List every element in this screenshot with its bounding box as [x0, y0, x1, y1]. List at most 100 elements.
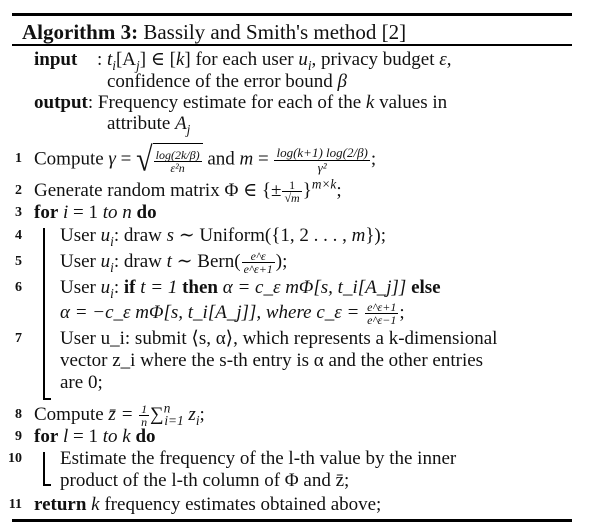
radical-icon: √	[136, 140, 153, 179]
block-bar	[43, 228, 45, 400]
keyword-to: to	[102, 202, 118, 223]
line-text: User	[60, 251, 96, 272]
frac-den: ε²n	[170, 161, 185, 176]
math-expr: α = −c_ε mΦ[s, t_i[A_j]], where	[60, 302, 312, 323]
line-number: 1	[15, 151, 22, 166]
math-z: z	[188, 404, 196, 425]
block-bar-foot	[43, 398, 51, 400]
math-epsilon: ε	[439, 49, 447, 70]
input-text: ] for each user	[184, 49, 299, 70]
line-text: ∼ Uniform({1, 2 . . . ,	[178, 225, 347, 246]
keyword-do: do	[135, 426, 156, 447]
line-number: 8	[15, 407, 22, 422]
sum-icon: ∑	[150, 404, 164, 425]
frac-num: log(k+1) log(2/β)	[274, 144, 370, 161]
keyword-to: to	[102, 426, 118, 447]
math-c-eps: c_ε =	[316, 302, 360, 323]
line-number: 9	[15, 429, 22, 444]
math-A: A	[175, 113, 187, 134]
top-rule	[12, 13, 572, 16]
output-text-3: attribute	[107, 113, 171, 134]
line-text: : draw	[113, 225, 162, 246]
algo-line-7c: are 0;	[60, 373, 103, 393]
line-text: );	[275, 251, 288, 272]
input-colon: :	[97, 49, 103, 70]
math-k: k	[91, 494, 100, 515]
line-text: vector z_i where the s-th entry is α and…	[60, 350, 484, 371]
output-text-2: values in	[379, 92, 448, 113]
block-bar-foot	[43, 484, 51, 486]
line-number: 10	[8, 451, 22, 466]
algo-line-7b: vector z_i where the s-th entry is α and…	[60, 351, 483, 371]
math-m: m	[351, 225, 366, 246]
input-text-3: confidence of the error bound	[107, 71, 333, 92]
math-sub-j: j	[186, 121, 191, 137]
output-text: Frequency estimate for each of the	[97, 92, 362, 113]
line-number: 4	[15, 228, 22, 243]
input-sep: :	[97, 50, 102, 70]
keyword-for: for	[34, 426, 59, 447]
math-u: u	[100, 225, 111, 246]
output-label: output	[34, 92, 88, 113]
frac-den: e^ε+1	[243, 262, 273, 277]
comma: ,	[446, 49, 452, 70]
algorithm-title-label: Algorithm 3:	[22, 20, 139, 44]
line-text: Estimate the frequency of the l-th value…	[60, 448, 457, 469]
input-text-2: , privacy budget	[311, 49, 440, 70]
math-k: k	[122, 426, 131, 447]
line-text: Generate random matrix	[34, 180, 220, 201]
line-number: 5	[15, 254, 22, 269]
math-brace: }	[302, 180, 312, 201]
math-eq: =	[258, 148, 269, 170]
math-m: m	[239, 148, 254, 170]
keyword-do: do	[136, 202, 157, 223]
math-u: u	[100, 277, 111, 298]
math-k: k	[365, 92, 375, 113]
keyword-return: return	[34, 494, 87, 515]
math-t: t	[166, 251, 172, 272]
algorithm-box: Algorithm 3: Bassily and Smith's method …	[0, 0, 589, 530]
frac-den: e^ε−1	[367, 313, 397, 328]
line-text: are 0;	[60, 372, 103, 393]
keyword-else: else	[411, 277, 441, 298]
output-row: output: Frequency estimate for each of t…	[34, 93, 447, 113]
semicolon: ;	[336, 180, 342, 201]
line-number: 2	[15, 183, 22, 198]
math-eq: = 1	[73, 202, 99, 223]
semicolon: ;	[370, 148, 377, 170]
math-cond: t = 1	[140, 277, 178, 298]
line-text: :	[113, 277, 120, 298]
keyword-then: then	[182, 277, 218, 298]
line-number: 11	[8, 497, 22, 512]
math-s: s	[166, 225, 175, 246]
keyword-if: if	[123, 277, 136, 298]
frac-den: √m	[284, 191, 300, 206]
math-u: u	[100, 251, 111, 272]
line-text: ∼ Bern(	[176, 251, 241, 272]
algorithm-title: Algorithm 3: Bassily and Smith's method …	[22, 20, 406, 44]
math-eq: = 1	[73, 426, 99, 447]
line-text: Compute	[34, 148, 104, 170]
line-text: : draw	[113, 251, 162, 272]
block-bar	[43, 452, 45, 486]
algo-line-10b: product of the l-th column of Φ and z̄;	[60, 471, 349, 491]
math-in: ] ∈ [	[139, 49, 176, 70]
math-beta: β	[337, 71, 348, 92]
line-text: frequency estimates obtained above;	[104, 494, 382, 515]
math-i: i	[63, 202, 69, 223]
output-line-2: attribute Aj	[107, 113, 191, 137]
semicolon: ;	[199, 404, 205, 425]
line-text: product of the l-th column of Φ and z̄;	[60, 470, 350, 491]
line-number: 6	[15, 280, 22, 295]
algorithm-title-text: Bassily and Smith's method [2]	[143, 20, 407, 44]
math-sup: m×k	[311, 176, 337, 192]
line-text: User u_i: submit ⟨s, α⟩, which represent…	[60, 328, 498, 349]
input-label: input	[34, 49, 78, 70]
keyword-for: for	[34, 202, 59, 223]
sqrt-expr: √ log(2k/β) ε²n	[136, 140, 203, 179]
line-text: User	[60, 225, 96, 246]
input-line-1: ti[Aj] ∈ [k] for each user ui, privacy b…	[107, 49, 452, 72]
line-text: and	[207, 148, 235, 170]
input-row: input	[34, 50, 77, 70]
math-phi-set: Φ ∈ {±	[224, 180, 282, 201]
